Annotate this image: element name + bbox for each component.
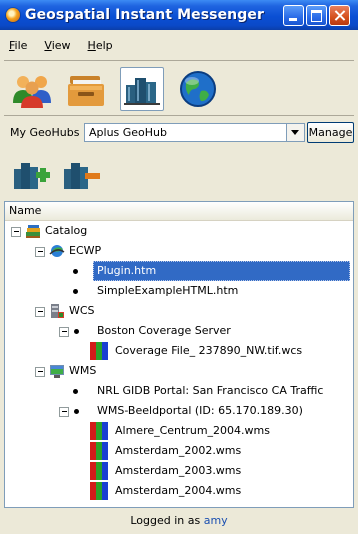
leaf-bullet-icon <box>73 269 78 274</box>
menu-bar: File View Help <box>4 30 354 60</box>
tree-label: ECWP <box>69 244 102 257</box>
catalog-button[interactable] <box>120 67 164 111</box>
tree-label: Amsterdam_2004.wms <box>115 484 242 497</box>
title-bar[interactable]: Geospatial Instant Messenger <box>0 0 358 30</box>
tree-node-amsterdam-2004[interactable]: Amsterdam_2004.wms <box>5 481 353 501</box>
status-bar: Logged in as amy <box>0 508 358 534</box>
maximize-button[interactable] <box>306 5 327 26</box>
tree-node-wms-beeldportal[interactable]: WMS-Beeldportal (ID: 65.170.189.30) <box>5 401 353 421</box>
menu-help[interactable]: Help <box>88 39 113 52</box>
globe-icon <box>180 71 216 107</box>
leaf-bullet-icon <box>73 389 78 394</box>
add-geohub-button[interactable] <box>12 157 52 193</box>
tree-label: Plugin.htm <box>97 264 157 277</box>
catalog-tree: Name Catalog ECWP Plugin.htm SimpleExamp… <box>4 201 354 508</box>
app-logo-icon <box>6 8 20 22</box>
tree-label: Almere_Centrum_2004.wms <box>115 424 270 437</box>
tree-label: Amsterdam_2002.wms <box>115 444 242 457</box>
geohub-label: My GeoHubs <box>10 126 80 139</box>
leaf-bullet-icon <box>73 289 78 294</box>
layer-stripe-icon <box>90 422 108 440</box>
chevron-down-icon[interactable] <box>286 124 304 141</box>
layer-stripe-icon <box>90 442 108 460</box>
status-prefix: Logged in as <box>130 514 201 527</box>
manage-button[interactable]: Manage <box>307 122 354 143</box>
collapse-icon[interactable] <box>59 327 69 337</box>
minimize-button[interactable] <box>283 5 304 26</box>
collapse-icon[interactable] <box>59 407 69 417</box>
menu-view[interactable]: View <box>44 39 70 52</box>
tree-label: SimpleExampleHTML.htm <box>97 284 239 297</box>
tree-node-almere[interactable]: Almere_Centrum_2004.wms <box>5 421 353 441</box>
ecwp-globe-icon <box>49 245 65 257</box>
collapse-icon[interactable] <box>35 247 45 257</box>
geohub-selected-value: Aplus GeoHub <box>89 126 168 139</box>
collapse-icon[interactable] <box>35 307 45 317</box>
people-icon <box>13 76 51 108</box>
geohub-selector-row: My GeoHubs Aplus GeoHub Manage <box>4 115 354 150</box>
tree-label: WCS <box>69 304 95 317</box>
tree-label: NRL GIDB Portal: San Francisco CA Traffi… <box>97 384 324 397</box>
tree-node-catalog[interactable]: Catalog <box>5 221 353 241</box>
tree-label: WMS-Beeldportal (ID: 65.170.189.30) <box>97 404 303 417</box>
layer-stripe-icon <box>90 482 108 500</box>
window-title: Geospatial Instant Messenger <box>25 7 264 23</box>
tree-label: Boston Coverage Server <box>97 324 231 337</box>
folder-icon <box>68 76 104 106</box>
tree-node-ecwp[interactable]: ECWP <box>5 241 353 261</box>
main-toolbar <box>4 60 354 116</box>
collapse-icon[interactable] <box>35 367 45 377</box>
tree-node-plugin[interactable]: Plugin.htm <box>5 261 353 281</box>
add-hub-icon <box>14 163 50 189</box>
collapse-icon[interactable] <box>11 227 21 237</box>
layer-stripe-icon <box>90 462 108 480</box>
tree-label: WMS <box>69 364 97 377</box>
geohub-tools <box>4 149 354 201</box>
geohub-dropdown[interactable]: Aplus GeoHub <box>84 123 305 142</box>
tree-node-amsterdam-2002[interactable]: Amsterdam_2002.wms <box>5 441 353 461</box>
tree-label: Catalog <box>45 224 88 237</box>
catalog-books-icon <box>26 225 40 238</box>
column-header-name[interactable]: Name <box>5 202 353 221</box>
wms-server-icon <box>50 365 64 378</box>
layer-stripe-icon <box>90 342 108 360</box>
tree-node-wms[interactable]: WMS <box>5 361 353 381</box>
remove-geohub-button[interactable] <box>62 157 102 193</box>
status-username[interactable]: amy <box>204 514 228 527</box>
close-button[interactable] <box>329 5 350 26</box>
tree-node-wcs[interactable]: WCS <box>5 301 353 321</box>
books-icon <box>124 78 160 105</box>
map-button[interactable] <box>176 67 220 111</box>
tree-node-coverage-file[interactable]: Coverage File_ 237890_NW.tif.wcs <box>5 341 353 361</box>
tree-node-amsterdam-2003[interactable]: Amsterdam_2003.wms <box>5 461 353 481</box>
leaf-bullet-icon <box>74 329 79 334</box>
tree-label: Coverage File_ 237890_NW.tif.wcs <box>115 344 303 357</box>
files-button[interactable] <box>64 67 108 111</box>
leaf-bullet-icon <box>74 409 79 414</box>
app-window: Geospatial Instant Messenger File View H… <box>0 0 358 534</box>
tree-label: Amsterdam_2003.wms <box>115 464 242 477</box>
menu-file[interactable]: File <box>9 39 27 52</box>
tree-node-simple-example[interactable]: SimpleExampleHTML.htm <box>5 281 353 301</box>
tree-node-boston[interactable]: Boston Coverage Server <box>5 321 353 341</box>
remove-hub-icon <box>64 163 100 189</box>
contacts-button[interactable] <box>10 67 54 111</box>
tree-node-nrl-gidb[interactable]: NRL GIDB Portal: San Francisco CA Traffi… <box>5 381 353 401</box>
wcs-server-icon <box>51 304 64 318</box>
